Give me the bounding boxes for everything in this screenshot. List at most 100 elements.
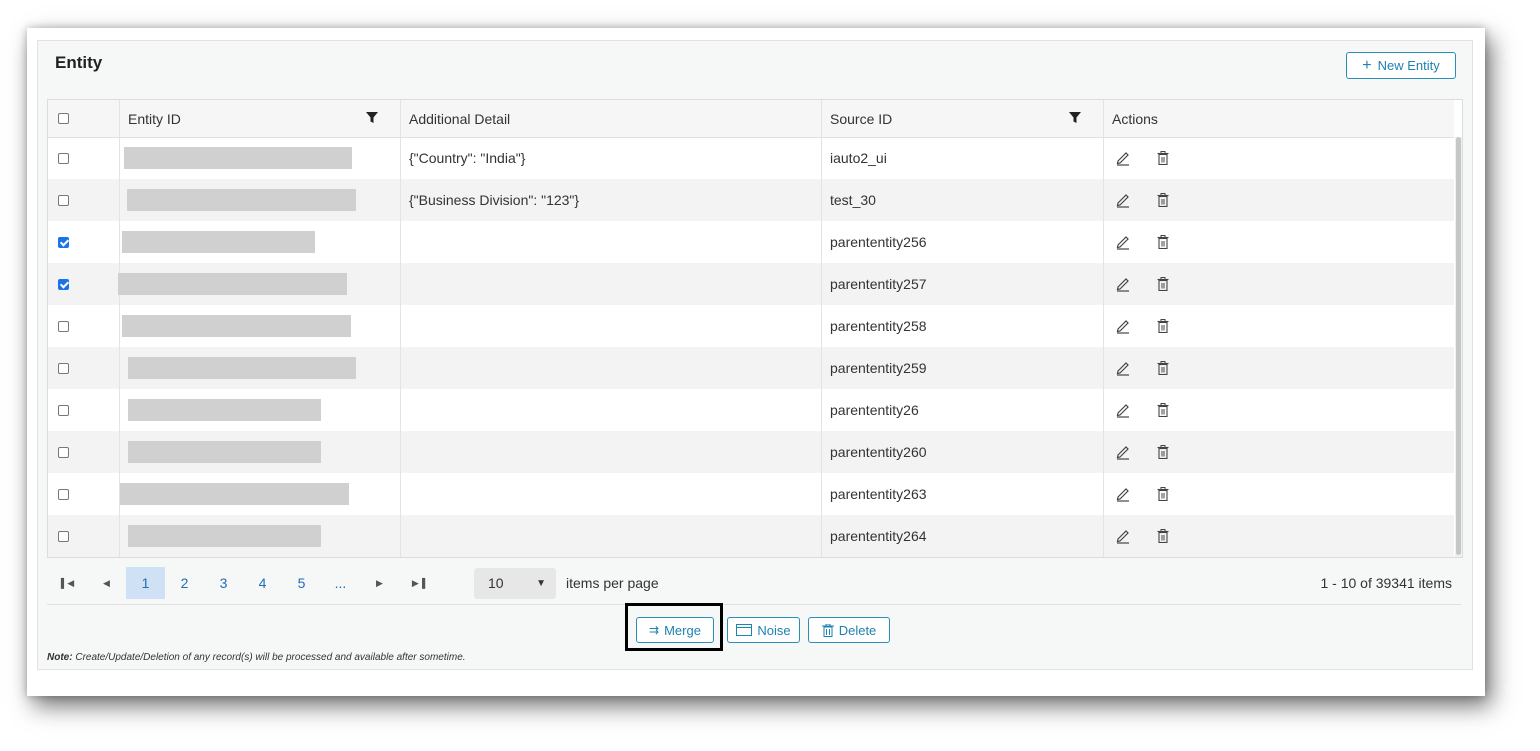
trash-icon[interactable] (1154, 233, 1172, 251)
actions-cell (1104, 389, 1454, 431)
prev-page-button[interactable]: ◀ (87, 567, 126, 599)
row-checkbox[interactable] (58, 152, 69, 164)
row-checkbox[interactable] (58, 194, 69, 206)
row-select-cell (48, 515, 120, 557)
additional-detail-cell (401, 347, 822, 389)
pagination-bar: ▌◀ ◀ 1 2 3 4 5 ... ▶ ▶▐ 10 ▼ items per p… (48, 563, 1452, 603)
row-checkbox[interactable] (58, 404, 69, 416)
edit-icon[interactable] (1114, 275, 1132, 293)
additional-detail-cell: {"Country": "India"} (401, 137, 822, 179)
additional-detail-cell (401, 305, 822, 347)
entity-id-cell (120, 179, 401, 221)
table-row: parententity257 (48, 263, 1454, 305)
source-id-cell: parententity257 (822, 263, 1104, 305)
entity-id-cell (120, 473, 401, 515)
additional-detail-cell: {"Business Division": "123"} (401, 179, 822, 221)
row-checkbox[interactable] (58, 488, 69, 500)
trash-icon[interactable] (1154, 359, 1172, 377)
page-button[interactable]: 2 (165, 567, 204, 599)
actions-cell (1104, 137, 1454, 179)
row-checkbox[interactable] (58, 362, 69, 374)
redacted-entity-id (128, 357, 356, 379)
actions-cell (1104, 263, 1454, 305)
redacted-entity-id (128, 441, 321, 463)
source-id-cell: iauto2_ui (822, 137, 1104, 179)
row-select-cell (48, 263, 120, 305)
trash-icon[interactable] (1154, 527, 1172, 545)
edit-icon[interactable] (1114, 359, 1132, 377)
table-row: {"Business Division": "123"} test_30 (48, 179, 1454, 221)
filter-icon[interactable] (1069, 112, 1081, 124)
edit-icon[interactable] (1114, 317, 1132, 335)
entity-id-cell (118, 263, 401, 305)
entity-id-cell (120, 389, 401, 431)
header-entity-id[interactable]: Entity ID (120, 100, 401, 137)
items-count: 1 - 10 of 39341 items (1320, 575, 1452, 591)
row-select-cell (48, 221, 120, 263)
edit-icon[interactable] (1114, 149, 1132, 167)
table-row: parententity264 (48, 515, 1454, 557)
source-id-cell: parententity256 (822, 221, 1104, 263)
edit-icon[interactable] (1114, 485, 1132, 503)
last-page-button[interactable]: ▶▐ (399, 567, 438, 599)
table-row: parententity259 (48, 347, 1454, 389)
merge-button[interactable]: ⇉ Merge (636, 617, 714, 643)
entity-id-cell (120, 221, 401, 263)
delete-button[interactable]: Delete (808, 617, 890, 643)
noise-button[interactable]: Noise (727, 617, 800, 643)
row-select-cell (48, 305, 120, 347)
edit-icon[interactable] (1114, 191, 1132, 209)
additional-detail-cell (401, 515, 822, 557)
edit-icon[interactable] (1114, 443, 1132, 461)
trash-icon[interactable] (1154, 317, 1172, 335)
trash-icon[interactable] (1154, 485, 1172, 503)
row-checkbox[interactable] (58, 320, 69, 332)
edit-icon[interactable] (1114, 401, 1132, 419)
row-select-cell (48, 347, 120, 389)
page-button[interactable]: 5 (282, 567, 321, 599)
row-select-cell (48, 179, 120, 221)
actions-cell (1104, 515, 1454, 557)
filter-icon[interactable] (366, 112, 378, 124)
entity-id-cell (120, 515, 401, 557)
vertical-scrollbar[interactable] (1455, 137, 1462, 557)
entity-table: Entity ID Additional Detail Source ID Ac… (47, 99, 1463, 558)
trash-icon[interactable] (1154, 191, 1172, 209)
scrollbar-thumb[interactable] (1456, 137, 1461, 555)
actions-cell (1104, 179, 1454, 221)
edit-icon[interactable] (1114, 527, 1132, 545)
page-button[interactable]: 4 (243, 567, 282, 599)
first-page-button[interactable]: ▌◀ (48, 567, 87, 599)
redacted-entity-id (128, 525, 321, 547)
trash-icon[interactable] (1154, 443, 1172, 461)
next-page-button[interactable]: ▶ (360, 567, 399, 599)
additional-detail-cell (401, 473, 822, 515)
header-additional-detail-label: Additional Detail (409, 110, 511, 127)
entity-id-cell (120, 431, 401, 473)
row-checkbox[interactable] (58, 236, 69, 248)
new-entity-button[interactable]: + New Entity (1346, 52, 1456, 79)
select-all-checkbox[interactable] (58, 113, 69, 124)
additional-detail-cell (401, 389, 822, 431)
items-per-page-value: 10 (488, 575, 504, 591)
header-source-id[interactable]: Source ID (822, 100, 1104, 137)
page-button[interactable]: 1 (126, 567, 165, 599)
trash-icon[interactable] (1154, 401, 1172, 419)
header-select-cell (48, 100, 120, 137)
items-per-page-label: items per page (566, 575, 659, 591)
entity-id-cell (120, 137, 401, 179)
header-actions: Actions (1104, 100, 1454, 137)
row-checkbox[interactable] (58, 278, 69, 290)
row-checkbox[interactable] (58, 446, 69, 458)
page-button[interactable]: 3 (204, 567, 243, 599)
row-checkbox[interactable] (58, 530, 69, 542)
edit-icon[interactable] (1114, 233, 1132, 251)
new-entity-label: New Entity (1377, 58, 1440, 73)
window-icon (736, 624, 753, 636)
trash-icon[interactable] (1154, 149, 1172, 167)
trash-icon[interactable] (1154, 275, 1172, 293)
header-additional-detail[interactable]: Additional Detail (401, 100, 822, 137)
items-per-page-select[interactable]: 10 ▼ (474, 567, 556, 599)
actions-cell (1104, 347, 1454, 389)
more-pages-button[interactable]: ... (321, 567, 360, 599)
